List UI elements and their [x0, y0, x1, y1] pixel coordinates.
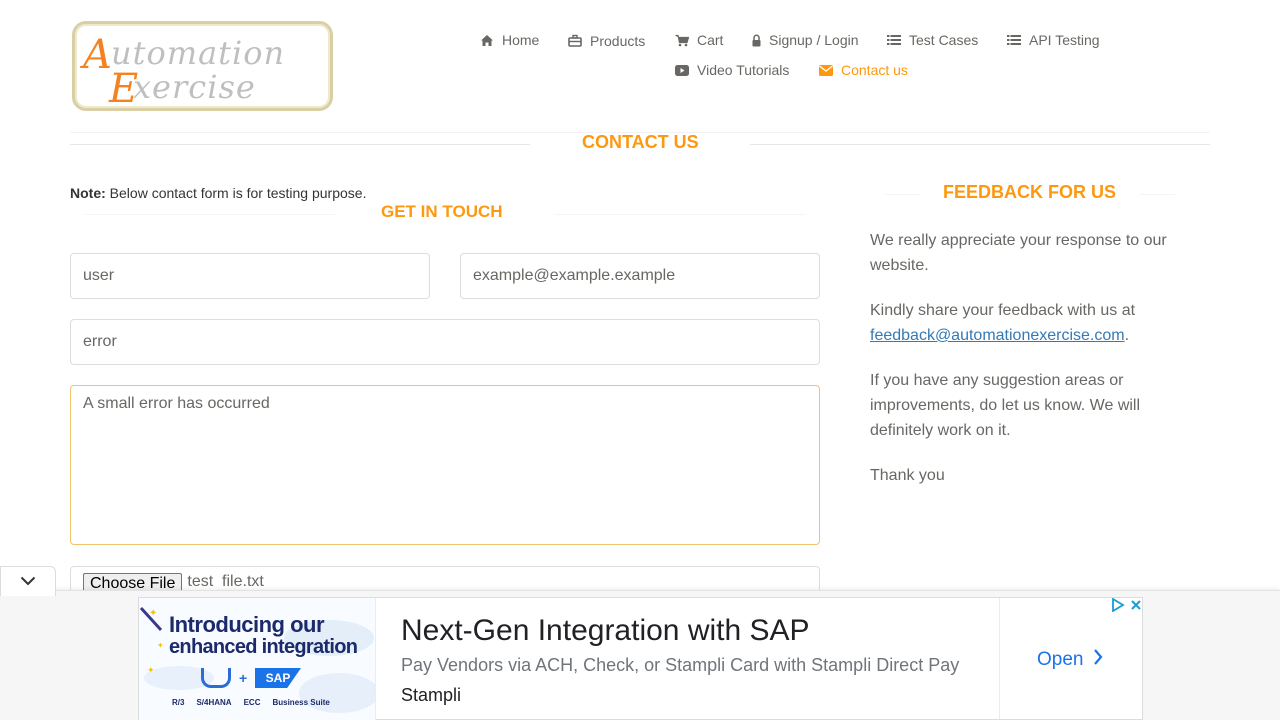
- ad-image-tags: R/3 S/4HANA ECC Business Suite: [172, 698, 330, 707]
- nav-contact-us[interactable]: Contact us: [819, 62, 908, 78]
- nav-cart-label: Cart: [697, 32, 724, 48]
- ad-collapse-button[interactable]: [0, 566, 56, 596]
- page-title: Contact Us: [582, 132, 699, 152]
- site-header: A utomation E xercise Home Products Cart: [0, 0, 1280, 132]
- feedback-rule-left: [885, 194, 920, 195]
- name-input-value: user: [83, 267, 115, 284]
- get-in-touch-rule-left: [85, 214, 335, 215]
- message-textarea[interactable]: A small error has occurred: [70, 385, 820, 545]
- feedback-email-link[interactable]: feedback@automationexercise.com: [870, 327, 1125, 344]
- ad-image-tag: ECC: [243, 698, 261, 707]
- ad-banner[interactable]: ✦ ✦ ✦ Introducing our enhanced integrati…: [138, 597, 1143, 720]
- message-textarea-value: A small error has occurred: [83, 395, 270, 412]
- feedback-para-2: Kindly share your feedback with us at fe…: [870, 298, 1190, 348]
- ad-headline[interactable]: Next-Gen Integration with SAP: [401, 614, 810, 648]
- feedback-para-3: If you have any suggestion areas or impr…: [870, 372, 1141, 439]
- adchoices-icon[interactable]: [1111, 597, 1125, 617]
- list-icon: [887, 33, 901, 47]
- title-rule-right: [750, 144, 1210, 145]
- ad-image-tag: R/3: [172, 698, 185, 707]
- feedback-para-2-suffix: .: [1124, 327, 1130, 344]
- feedback-rule-right: [1140, 194, 1175, 195]
- feedback-para-2-prefix: Kindly share your feedback with us at: [870, 302, 1136, 319]
- ad-image-tag: S/4HANA: [196, 698, 232, 707]
- nav-api-testing[interactable]: API Testing: [1007, 32, 1100, 48]
- note-text: Below contact form is for testing purpos…: [109, 185, 367, 201]
- ad-image-line-2: enhanced integration: [169, 636, 358, 658]
- logo-graphic: A utomation E xercise: [79, 32, 284, 108]
- ad-image[interactable]: ✦ ✦ ✦ Introducing our enhanced integrati…: [139, 598, 376, 720]
- svg-text:✦: ✦: [147, 665, 155, 675]
- cart-icon: [675, 33, 689, 47]
- name-input[interactable]: user: [70, 253, 430, 299]
- nav-test-cases-label: Test Cases: [909, 32, 979, 48]
- chevron-down-icon: [20, 573, 36, 591]
- subject-input-value: error: [83, 333, 117, 350]
- svg-text:xercise: xercise: [133, 68, 256, 106]
- get-in-touch-title: Get In Touch: [381, 202, 503, 221]
- nav-home-label: Home: [502, 32, 540, 48]
- nav-signup-login-label: Signup / Login: [769, 32, 859, 48]
- nav-api-testing-label: API Testing: [1029, 32, 1100, 48]
- nav-video-tutorials[interactable]: Video Tutorials: [675, 62, 789, 78]
- cart-icon: [201, 668, 231, 688]
- ad-choices: [1111, 597, 1143, 617]
- title-rule-left: [70, 144, 530, 145]
- ad-image-line-1: Introducing our: [169, 612, 325, 637]
- svg-text:✦: ✦: [149, 608, 157, 619]
- nav-products-label: Products: [590, 33, 646, 49]
- feedback-para-1: We really appreciate your response to ou…: [870, 232, 1167, 274]
- nav-products[interactable]: Products: [568, 32, 646, 49]
- form-note: Note: Below contact form is for testing …: [70, 185, 366, 201]
- home-icon: [480, 33, 494, 47]
- nav-test-cases[interactable]: Test Cases: [887, 32, 978, 48]
- ad-open-label: Open: [1037, 649, 1084, 670]
- lock-icon: [752, 33, 761, 47]
- chevron-right-icon: [1093, 648, 1103, 672]
- email-input-value: example@example.example: [473, 267, 676, 284]
- get-in-touch-rule-right: [555, 214, 805, 215]
- nav-contact-us-label: Contact us: [841, 62, 908, 78]
- envelope-icon: [819, 63, 833, 77]
- briefcase-icon: [568, 33, 582, 47]
- close-icon[interactable]: [1129, 598, 1143, 617]
- feedback-para-4: Thank you: [870, 467, 945, 484]
- email-input[interactable]: example@example.example: [460, 253, 820, 299]
- ad-image-tag: Business Suite: [272, 698, 330, 707]
- svg-text:A: A: [79, 32, 112, 78]
- nav-video-tutorials-label: Video Tutorials: [697, 62, 790, 78]
- ad-open-button[interactable]: Open: [1037, 648, 1103, 672]
- file-name: test file.txt: [187, 573, 264, 590]
- feedback-title: Feedback For Us: [943, 182, 1117, 202]
- list-icon: [1007, 33, 1021, 47]
- note-label: Note:: [70, 185, 106, 201]
- ad-brand: Stampli: [401, 685, 462, 705]
- nav-home[interactable]: Home: [480, 32, 539, 48]
- ad-image-plus: +: [239, 670, 248, 686]
- nav-cart[interactable]: Cart: [675, 32, 723, 48]
- ad-description: Pay Vendors via ACH, Check, or Stampli C…: [401, 655, 960, 675]
- youtube-icon: [675, 63, 689, 77]
- svg-text:✦: ✦: [157, 641, 164, 650]
- subject-input[interactable]: error: [70, 319, 820, 365]
- site-logo[interactable]: A utomation E xercise: [72, 21, 333, 111]
- nav-signup-login[interactable]: Signup / Login: [752, 32, 859, 48]
